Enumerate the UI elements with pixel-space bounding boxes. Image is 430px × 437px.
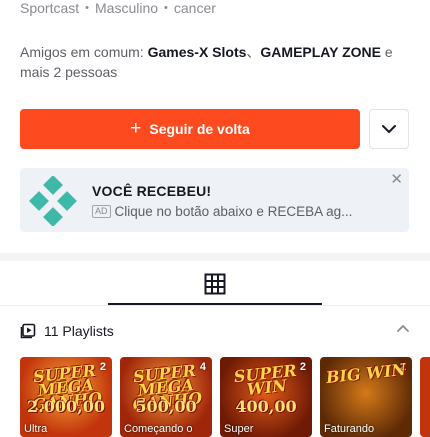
tag-item: Sportcast [20,0,80,16]
ad-title: VOCÊ RECEBEU! [92,183,212,199]
playlist-cover-amount: 400,00 [235,397,297,416]
mutual-prefix: Amigos em comum: [20,44,148,60]
playlist-card[interactable]: 2 SUPER WIN 400,00 Super [220,357,312,437]
chevron-down-icon [382,125,396,133]
ad-logo [29,176,77,226]
playlists-header: 11 Playlists [20,321,114,341]
playlist-title: Super [224,423,254,435]
tag-separator: • [164,2,168,14]
suggestions-toggle-button[interactable] [369,109,409,149]
playlist-card-partial[interactable] [420,357,430,437]
tab-bar-border [0,305,430,306]
close-icon[interactable]: ✕ [390,170,403,188]
playlist-card[interactable]: 2 BIG WIN Faturando [320,357,412,437]
playlist-carousel[interactable]: 2 SUPER MEGA GANHO 2.000,00 Ultra 4 SUPE… [20,357,430,437]
plus-icon: + [130,117,142,139]
ad-description-text: Clique no botão abaixo e RECEBA ag... [114,204,353,219]
follow-back-label: Seguir de volta [149,121,250,137]
ad-banner[interactable]: VOCÊ RECEBEU! AD Clique no botão abaixo … [20,168,409,232]
playlist-title: Ultra [24,423,48,435]
playlist-card[interactable]: 2 SUPER MEGA GANHO 2.000,00 Ultra [20,357,112,437]
follow-back-button[interactable]: + Seguir de volta [20,109,360,149]
tag-item: Masculino [95,0,159,16]
tag-item: cancer [173,0,216,16]
playlist-cover-amount: 2.000,00 [27,397,105,416]
playlists-count: 11 Playlists [44,323,114,339]
mutual-friend-name[interactable]: Games-X Slots [148,44,247,60]
mutual-separator: 、 [246,44,261,60]
playlist-title: Começando o [124,423,193,435]
playlist-icon [20,323,36,339]
playlist-title: Faturando [324,423,375,435]
ad-description: AD Clique no botão abaixo e RECEBA ag... [92,204,352,219]
playlist-cover-text: BIG WIN [325,359,407,388]
profile-tags: Sportcast • Masculino • cancer [20,0,216,16]
section-divider [0,253,430,261]
grid-icon [204,273,226,295]
chevron-up-icon[interactable] [396,322,410,336]
mutual-friends-text[interactable]: Amigos em comum: Games-X Slots、GAMEPLAY … [20,42,415,82]
ad-badge: AD [92,205,111,218]
mutual-friend-name[interactable]: GAMEPLAY ZONE [260,44,381,60]
tag-separator: • [85,2,89,14]
playlist-card[interactable]: 4 SUPER MEGA GANHO 500,00 Começando o [120,357,212,437]
playlist-cover-text: SUPER WIN [232,360,298,400]
playlist-cover-amount: 500,00 [135,397,197,416]
tab-videos-grid[interactable] [108,262,322,306]
